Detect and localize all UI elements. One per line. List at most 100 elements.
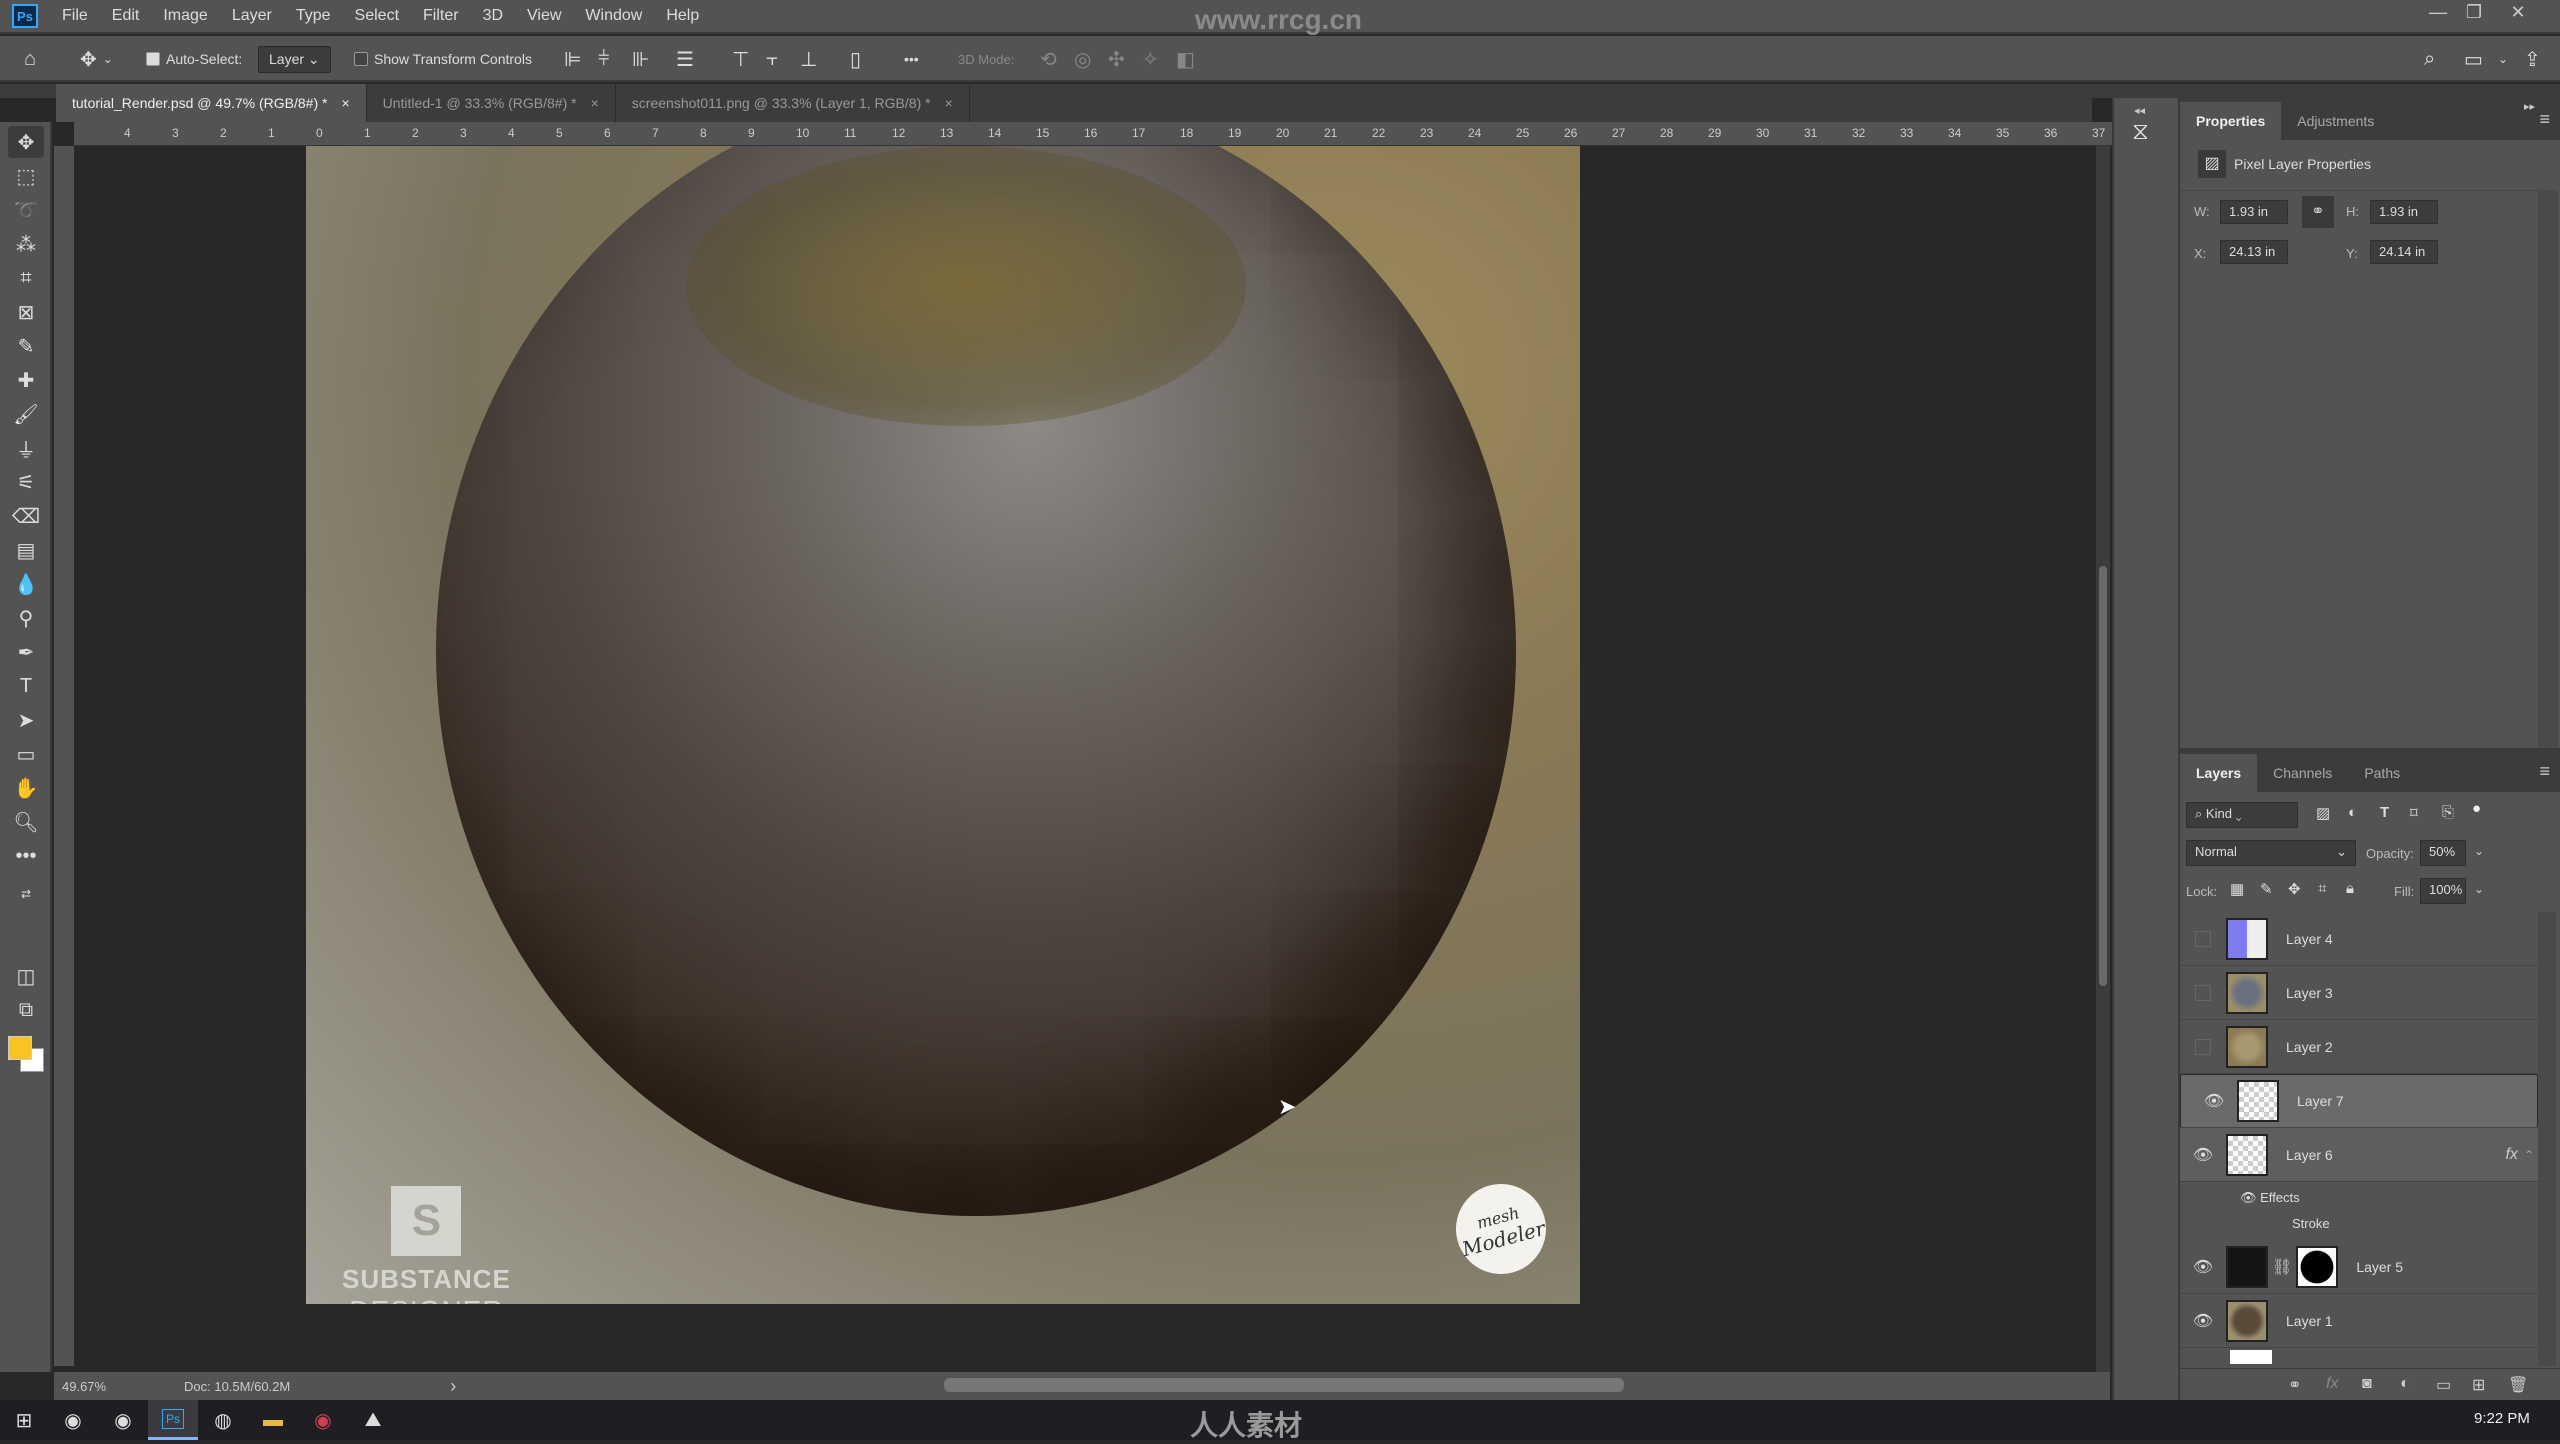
delete-layer-icon[interactable]: 🗑︎	[2508, 1375, 2528, 1395]
marquee-tool-icon[interactable]: ⬚	[8, 160, 44, 192]
tab-screenshot011[interactable]: screenshot011.png @ 33.3% (Layer 1, RGB/…	[616, 84, 970, 122]
menu-3d[interactable]: 3D	[483, 7, 503, 25]
visibility-toggle-off[interactable]	[2195, 984, 2211, 1001]
close-tab-icon[interactable]: ×	[591, 95, 599, 111]
menu-type[interactable]: Type	[296, 7, 331, 25]
menu-layer[interactable]: Layer	[232, 7, 272, 25]
3d-roll-icon[interactable]: ◎	[1074, 36, 1091, 82]
link-proportions-icon[interactable]: ⚭	[2302, 196, 2334, 228]
filter-pixel-icon[interactable]: ▨	[2316, 804, 2330, 822]
menu-image[interactable]: Image	[163, 7, 207, 25]
menu-window[interactable]: Window	[585, 7, 642, 25]
fx-icon[interactable]: fx	[2505, 1146, 2517, 1164]
eye-icon[interactable]: 👁︎	[2191, 1091, 2237, 1111]
lock-transparency-icon[interactable]: ▦	[2230, 880, 2244, 898]
new-adjustment-icon[interactable]: ◐	[2400, 1375, 2410, 1393]
expand-panels-icon[interactable]: ▸▸	[2524, 100, 2535, 113]
properties-scrollbar[interactable]	[2538, 190, 2558, 750]
distribute-spacing-icon[interactable]: ▯	[850, 36, 861, 82]
opacity-dropdown-icon[interactable]: ⌄	[2474, 844, 2484, 858]
collapse-panels-icon[interactable]: ◂◂	[2134, 104, 2145, 117]
type-tool-icon[interactable]: T	[8, 670, 44, 702]
minimize-button[interactable]: —	[2420, 0, 2456, 24]
tab-untitled-1[interactable]: Untitled-1 @ 33.3% (RGB/8#) * ×	[367, 84, 616, 122]
mask-link-icon[interactable]: ⛓	[2272, 1257, 2292, 1277]
path-selection-tool-icon[interactable]: ➤	[8, 704, 44, 736]
layer-mask-thumbnail[interactable]	[2296, 1245, 2339, 1288]
width-field[interactable]: 1.93 in	[2220, 200, 2288, 224]
add-style-icon[interactable]: fx	[2326, 1375, 2338, 1393]
dodge-tool-icon[interactable]: ⚲	[8, 602, 44, 634]
start-menu-icon[interactable]: ⊞	[0, 1400, 48, 1440]
rectangle-tool-icon[interactable]: ▭	[8, 738, 44, 770]
menu-help[interactable]: Help	[666, 7, 699, 25]
screen-mode-icon[interactable]: ⧉	[8, 994, 44, 1026]
foreground-color-swatch[interactable]	[8, 1036, 32, 1060]
tab-tutorial-render[interactable]: tutorial_Render.psd @ 49.7% (RGB/8#) * ×	[56, 84, 367, 122]
layer-row-7[interactable]: 👁︎ Layer 7	[2180, 1074, 2538, 1128]
zoom-level[interactable]: 49.67%	[62, 1379, 172, 1394]
3d-orbit-icon[interactable]: ⟲	[1040, 36, 1057, 82]
filter-smart-object-icon[interactable]: ⎘	[2442, 804, 2454, 821]
fill-field[interactable]: 100%	[2420, 878, 2466, 904]
menu-edit[interactable]: Edit	[112, 7, 140, 25]
layer-row-1[interactable]: 👁︎ Layer 1	[2180, 1294, 2538, 1348]
3d-pan-icon[interactable]: ✣	[1108, 36, 1125, 82]
eye-icon[interactable]: 👁︎	[2180, 1257, 2226, 1277]
show-transform-controls-checkbox[interactable]: Show Transform Controls	[354, 36, 532, 82]
tab-paths[interactable]: Paths	[2348, 754, 2416, 792]
filter-toggle-icon[interactable]: ●	[2472, 800, 2481, 817]
horizontal-scroll-thumb[interactable]	[944, 1378, 1624, 1392]
scroll-thumb[interactable]	[2099, 566, 2107, 986]
layer-name[interactable]: Layer 4	[2286, 931, 2333, 947]
visibility-toggle-off[interactable]	[2195, 930, 2211, 947]
auto-select-checkbox[interactable]: Auto-Select:	[146, 36, 242, 82]
gradient-tool-icon[interactable]: ▤	[8, 534, 44, 566]
filter-shape-icon[interactable]: ⌑	[2410, 804, 2418, 822]
photoshop-taskbar-icon[interactable]: Ps	[148, 1400, 198, 1440]
magic-wand-tool-icon[interactable]: ⁂	[8, 228, 44, 260]
panel-menu-icon[interactable]: ≡	[2539, 109, 2550, 130]
3d-camera-icon[interactable]: ◧	[1176, 36, 1195, 82]
auto-select-target-dropdown[interactable]: Layer ⌄	[258, 36, 331, 82]
eye-icon[interactable]: 👁︎	[2240, 1190, 2257, 1205]
panel-menu-icon[interactable]: ≡	[2539, 761, 2550, 782]
pen-tool-icon[interactable]: ✒	[8, 636, 44, 668]
frame-tool-icon[interactable]: ⊠	[8, 296, 44, 328]
swap-colors-icon[interactable]: ⇄	[8, 878, 44, 910]
distribute-icon[interactable]: ☰	[676, 36, 694, 82]
menu-select[interactable]: Select	[355, 7, 399, 25]
layers-scrollbar[interactable]	[2538, 912, 2556, 1366]
edit-toolbar-icon[interactable]: •••	[8, 840, 44, 872]
healing-brush-tool-icon[interactable]: ✚	[8, 364, 44, 396]
filter-adjustment-icon[interactable]: ◐	[2348, 804, 2357, 821]
menu-filter[interactable]: Filter	[423, 7, 459, 25]
document-canvas[interactable]: S SUBSTANCE DESIGNER mesh Modeler	[306, 146, 1580, 1304]
lock-pixels-icon[interactable]: ✎	[2260, 880, 2273, 898]
close-button[interactable]: ✕	[2500, 0, 2536, 24]
crop-tool-icon[interactable]: ⌗	[8, 262, 44, 294]
menu-file[interactable]: File	[62, 7, 88, 25]
align-vcenter-icon[interactable]: ⫟	[766, 36, 778, 82]
align-hcenter-icon[interactable]: ⫩	[598, 36, 609, 82]
tab-layers[interactable]: Layers	[2180, 754, 2258, 792]
quick-mask-icon[interactable]: ◫	[8, 960, 44, 992]
stroke-effect-row[interactable]: Stroke	[2292, 1216, 2330, 1231]
vertical-scrollbar[interactable]	[2096, 146, 2110, 1372]
filter-kind-dropdown[interactable]: ⌕ Kind ⌄	[2186, 802, 2298, 828]
file-explorer-icon[interactable]: ▬	[248, 1400, 298, 1440]
menu-view[interactable]: View	[527, 7, 561, 25]
align-top-icon[interactable]: ⊤	[732, 36, 749, 82]
layer-row-3[interactable]: Layer 3	[2180, 966, 2538, 1020]
chrome-icon[interactable]: ◉	[48, 1400, 98, 1440]
clone-stamp-tool-icon[interactable]: ⏚	[8, 432, 44, 464]
eye-icon[interactable]: 👁︎	[2180, 1311, 2226, 1331]
visibility-toggle-off[interactable]	[2195, 1038, 2211, 1055]
tab-adjustments[interactable]: Adjustments	[2281, 102, 2390, 140]
y-field[interactable]: 24.14 in	[2370, 240, 2438, 264]
eye-icon[interactable]: 👁︎	[2180, 1145, 2226, 1165]
new-layer-icon[interactable]: ⊞	[2472, 1375, 2485, 1395]
chrome-canary-icon[interactable]: ◉	[98, 1400, 148, 1440]
layer-row-2[interactable]: Layer 2	[2180, 1020, 2538, 1074]
layer-name[interactable]: Layer 5	[2356, 1259, 2403, 1275]
